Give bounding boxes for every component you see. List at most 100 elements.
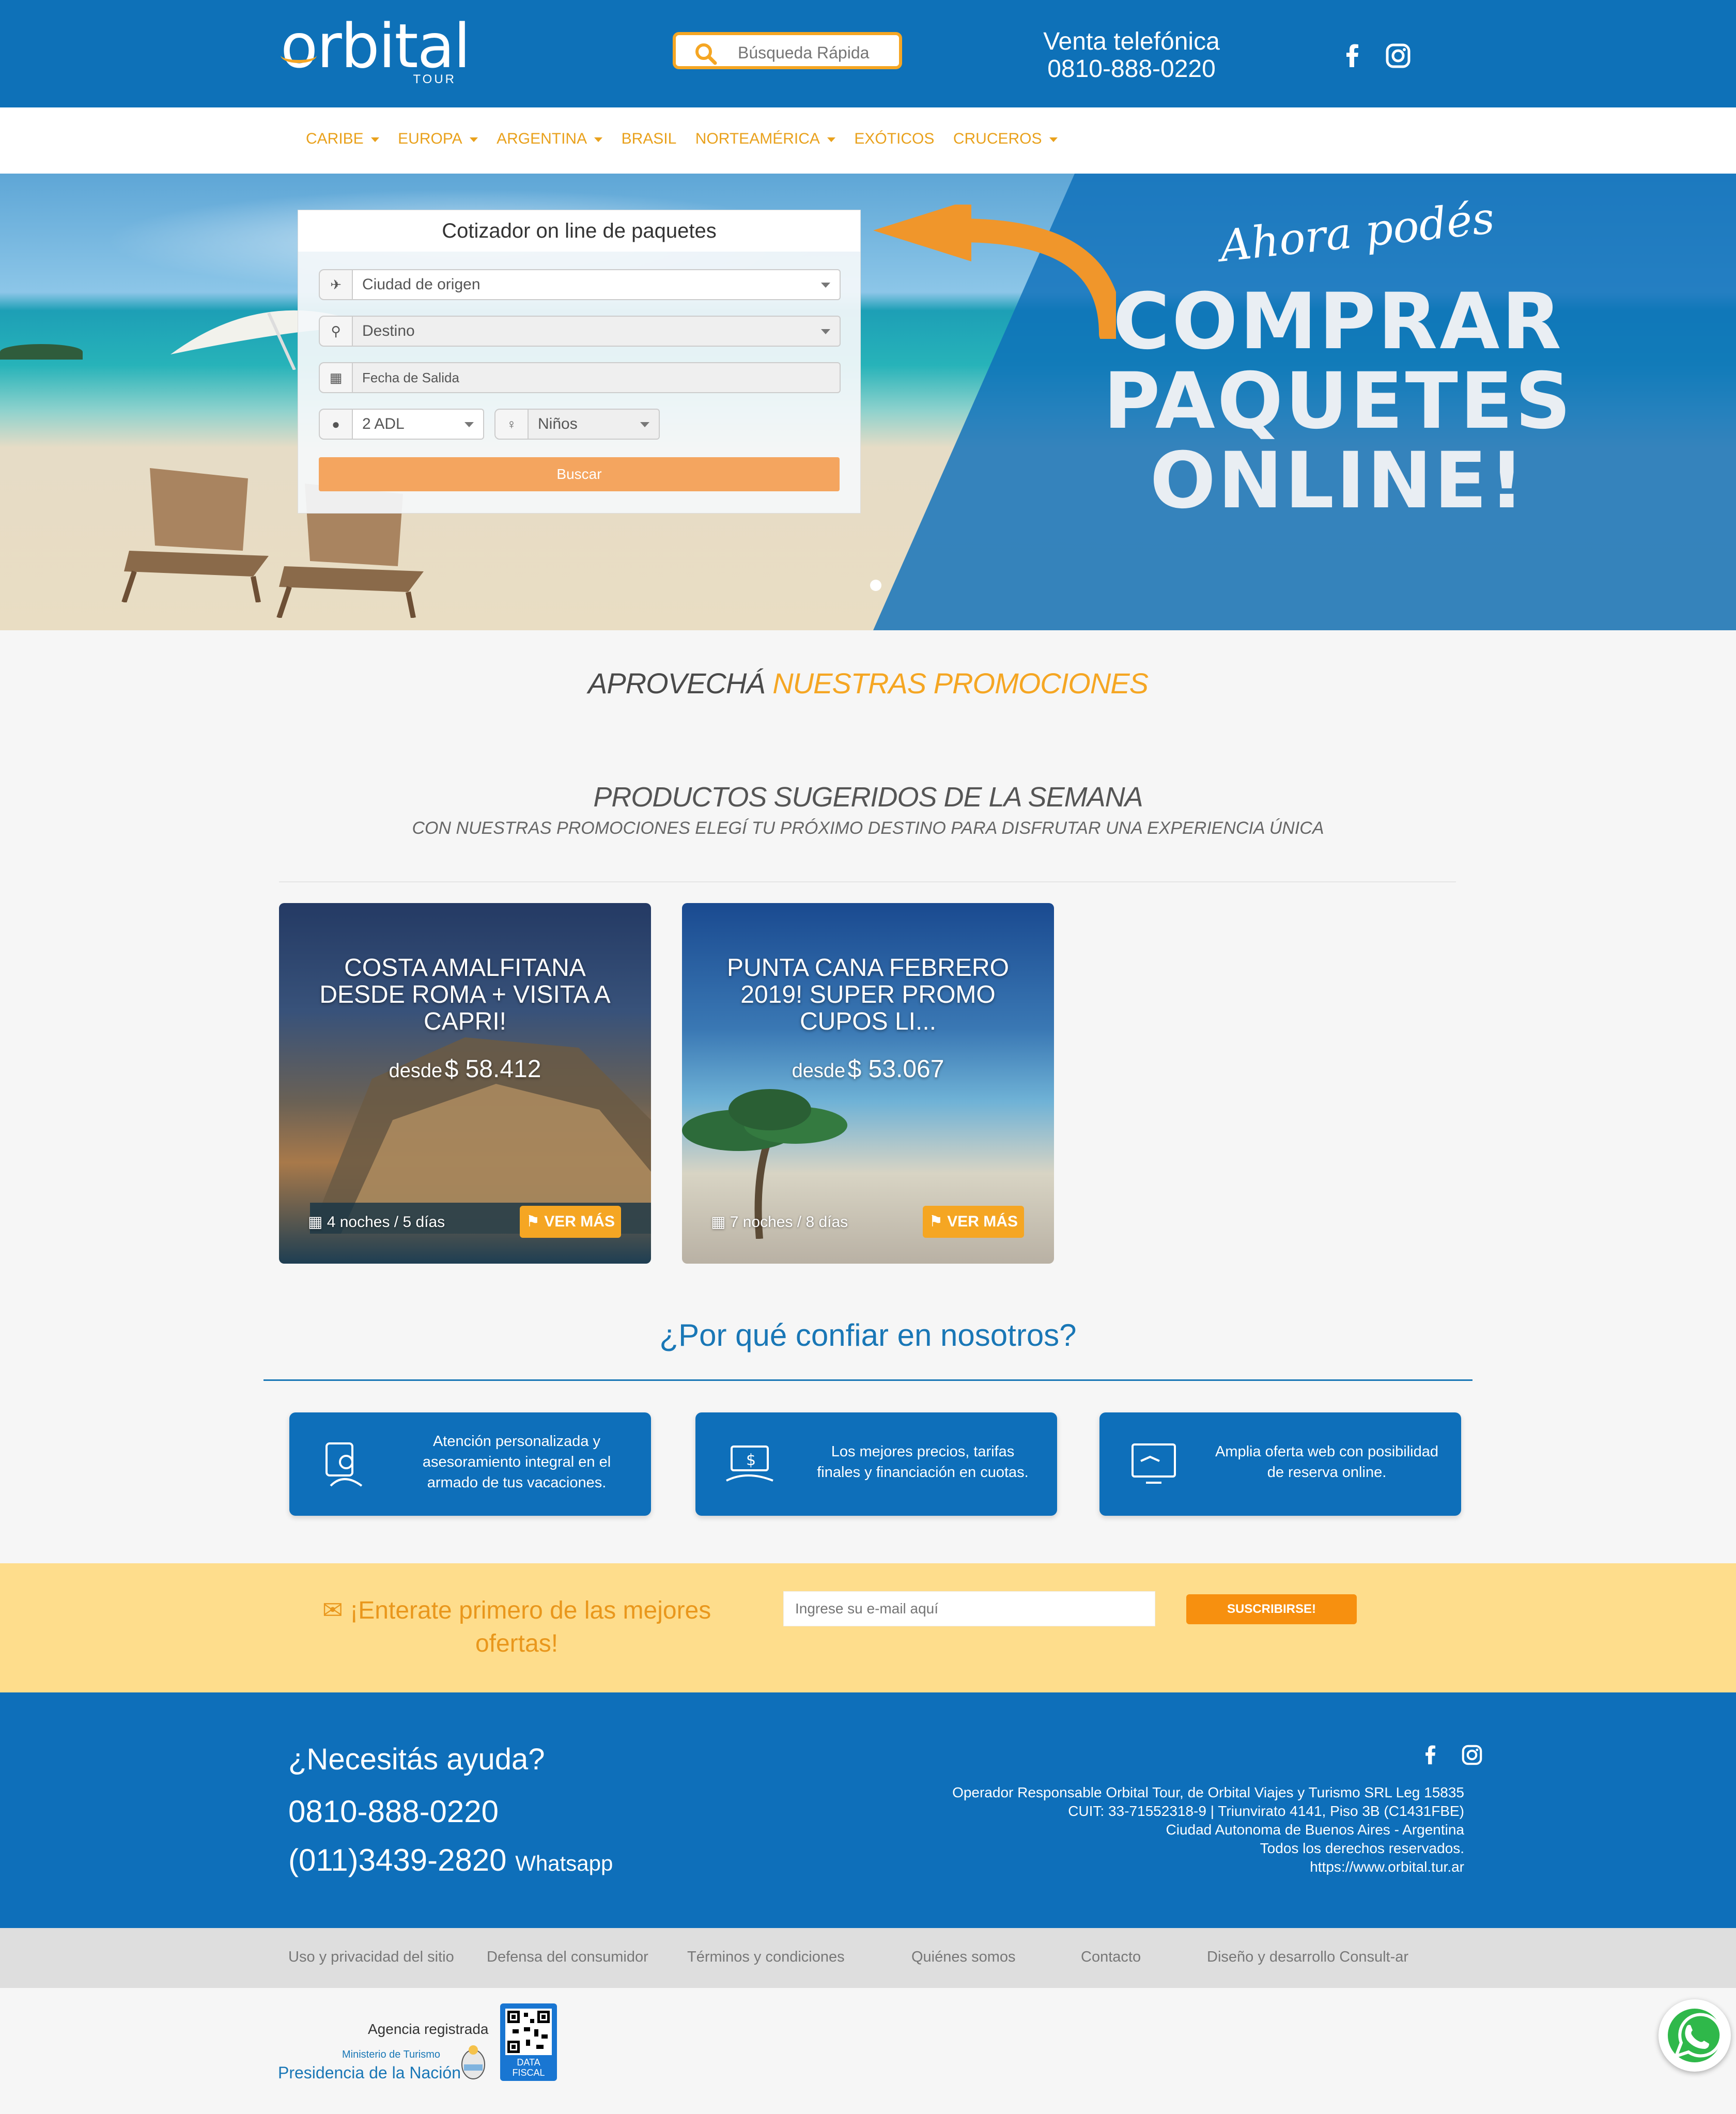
nav-item-caribe[interactable]: CARIBE [306, 130, 379, 148]
nav-item-argentina[interactable]: ARGENTINA [497, 130, 603, 148]
logo-subtext: TOUR [413, 72, 456, 86]
newsletter-section: ✉ ¡Enterate primero de las mejores ofert… [0, 1563, 1736, 1692]
departure-date-input[interactable]: Fecha de Salida [352, 362, 841, 393]
top-header: orbital TOUR Venta telefónica 0810-888-0… [0, 0, 1736, 107]
origin-select[interactable]: Ciudad de origen [352, 269, 841, 300]
help-title: ¿Necesitás ayuda? [288, 1743, 545, 1776]
why-item: Atención personalizada y asesoramiento i… [289, 1412, 651, 1516]
website-link[interactable]: https://www.orbital.tur.ar [827, 1858, 1464, 1876]
destination-select[interactable]: Destino [352, 316, 841, 347]
map-pin-icon: ⚲ [319, 316, 353, 347]
card-price: desde $ 53.067 [682, 1055, 1054, 1083]
orbital-logo[interactable]: orbital TOUR [281, 10, 471, 88]
nav-label: ARGENTINA [497, 130, 587, 147]
footer-link-privacy[interactable]: Uso y privacidad del sitio [288, 1949, 454, 1966]
bottom-badges: Agencia registrada Ministerio de Turismo… [0, 1988, 1736, 2114]
dropdown-arrow-icon [821, 329, 830, 334]
carousel-dot[interactable] [870, 580, 881, 591]
facebook-icon[interactable] [1338, 41, 1367, 70]
search-button[interactable]: Buscar [319, 457, 840, 491]
logo-text: orbital [281, 10, 471, 82]
beach-chair-image [121, 468, 269, 602]
legal-line: Todos los derechos reservados. [1260, 1840, 1464, 1856]
why-trust-title: ¿Por qué confiar en nosotros? [659, 1318, 1077, 1353]
phone-sales-number[interactable]: 0810-888-0220 [1013, 56, 1250, 83]
adults-row: ● 2 ADL [319, 409, 489, 440]
ministry-text: Ministerio de Turismo [342, 2049, 441, 2060]
subscribe-button[interactable]: SUSCRIBIRSE! [1186, 1594, 1357, 1624]
why-text: Los mejores precios, tarifas finales y f… [817, 1443, 1029, 1481]
nav-item-brasil[interactable]: BRASIL [622, 130, 677, 148]
web-booking-icon [1132, 1443, 1176, 1484]
price-icon: $ [726, 1445, 773, 1482]
hero-banner: Ahora podés COMPRAR PAQUETES ONLINE! [0, 174, 1736, 630]
card-duration: ▦ 7 noches / 8 días [711, 1214, 848, 1231]
data-fiscal-label: DATA FISCAL [500, 2057, 557, 2078]
footer-link-contact[interactable]: Contacto [1081, 1949, 1141, 1966]
card-duration: ▦ 4 noches / 5 días [308, 1214, 445, 1231]
destination-row: ⚲ Destino [319, 316, 841, 347]
registered-agency-badge[interactable]: Agencia registrada Ministerio de Turismo… [278, 2021, 490, 2093]
chevron-down-icon [827, 137, 835, 142]
quick-search-input[interactable] [738, 42, 893, 63]
nav-label: BRASIL [621, 130, 677, 147]
adults-value: 2 ADL [362, 415, 405, 432]
nav-item-europa[interactable]: EUROPA [398, 130, 478, 148]
national-seal-icon [461, 2045, 485, 2079]
nav-label: EUROPA [398, 130, 462, 147]
nav-label: CARIBE [306, 130, 364, 147]
children-select[interactable]: Niños [528, 409, 660, 440]
product-card[interactable]: COSTA AMALFITANA DESDE ROMA + VISITA A C… [279, 903, 651, 1264]
divider [279, 881, 1456, 882]
nav-item-cruceros[interactable]: CRUCEROS [953, 130, 1058, 148]
footer-link-credits[interactable]: Diseño y desarrollo Consult-ar [1207, 1949, 1408, 1966]
nav-label: CRUCEROS [953, 130, 1042, 147]
footer-social [1403, 1743, 1484, 1769]
legal-line: CUIT: 33-71552318-9 | Triunvirato 4141, … [1068, 1803, 1464, 1819]
view-more-button[interactable]: ⚑ VER MÁS [923, 1206, 1024, 1238]
why-text: Atención personalizada y asesoramiento i… [422, 1433, 611, 1491]
duration-text: 4 noches / 5 días [327, 1214, 445, 1231]
adults-select[interactable]: 2 ADL [352, 409, 484, 440]
divider [264, 1379, 1473, 1381]
child-icon: ♀ [494, 409, 529, 440]
promotions-heading: APROVECHÁ NUESTRAS PROMOCIONES [0, 666, 1736, 700]
footer-link-terms[interactable]: Términos y condiciones [687, 1949, 845, 1966]
why-item: $ Los mejores precios, tarifas finales y… [695, 1412, 1057, 1516]
email-input[interactable] [783, 1591, 1155, 1626]
product-card[interactable]: PUNTA CANA FEBRERO 2019! SUPER PROMO CUP… [682, 903, 1054, 1264]
footer-whatsapp[interactable]: (011)3439-2820 Whatsapp [288, 1842, 613, 1878]
footer-link-consumer[interactable]: Defensa del consumidor [487, 1949, 648, 1966]
hero-tagline: COMPRAR PAQUETES ONLINE! [1075, 282, 1602, 521]
heading-plain: APROVECHÁ [588, 667, 766, 700]
nav-item-norteamerica[interactable]: NORTEAMÉRICA [695, 130, 835, 148]
origin-row: ✈ Ciudad de origen [319, 269, 841, 300]
whatsapp-icon[interactable] [1659, 1999, 1731, 2072]
quick-search[interactable] [673, 32, 902, 69]
why-item: Amplia oferta web con posibilidad de res… [1099, 1412, 1461, 1516]
qr-code-icon [505, 2009, 552, 2055]
view-more-button[interactable]: ⚑ VER MÁS [520, 1206, 621, 1238]
suggested-subtitle: CON NUESTRAS PROMOCIONES ELEGÍ TU PRÓXIM… [412, 818, 1324, 838]
instagram-icon[interactable] [1460, 1743, 1484, 1767]
whatsapp-label: Whatsapp [515, 1851, 613, 1875]
amalfi-coast-image [310, 1037, 651, 1234]
instagram-icon[interactable] [1384, 41, 1413, 70]
plane-icon: ✈ [319, 269, 353, 300]
newsletter-title: ✉ ¡Enterate primero de las mejores ofert… [322, 1597, 711, 1657]
duration-text: 7 noches / 8 días [730, 1214, 848, 1231]
data-fiscal-qr[interactable]: DATA FISCAL [500, 2003, 557, 2081]
chevron-down-icon [1049, 137, 1058, 142]
calendar-icon: ▦ [319, 362, 353, 393]
package-quoter: Cotizador on line de paquetes ✈ Ciudad d… [298, 210, 861, 514]
footer-link-about[interactable]: Quiénes somos [911, 1949, 1016, 1966]
data-fiscal-line: FISCAL [512, 2068, 545, 2078]
chevron-down-icon [370, 137, 379, 142]
nav-label: EXÓTICOS [854, 130, 935, 147]
quoter-title: Cotizador on line de paquetes [298, 210, 860, 252]
nav-item-exoticos[interactable]: EXÓTICOS [854, 130, 934, 148]
footer-phone[interactable]: 0810-888-0220 [288, 1794, 499, 1829]
facebook-icon[interactable] [1419, 1743, 1443, 1767]
children-row: ♀ Niños [494, 409, 665, 440]
origin-placeholder: Ciudad de origen [362, 276, 481, 293]
